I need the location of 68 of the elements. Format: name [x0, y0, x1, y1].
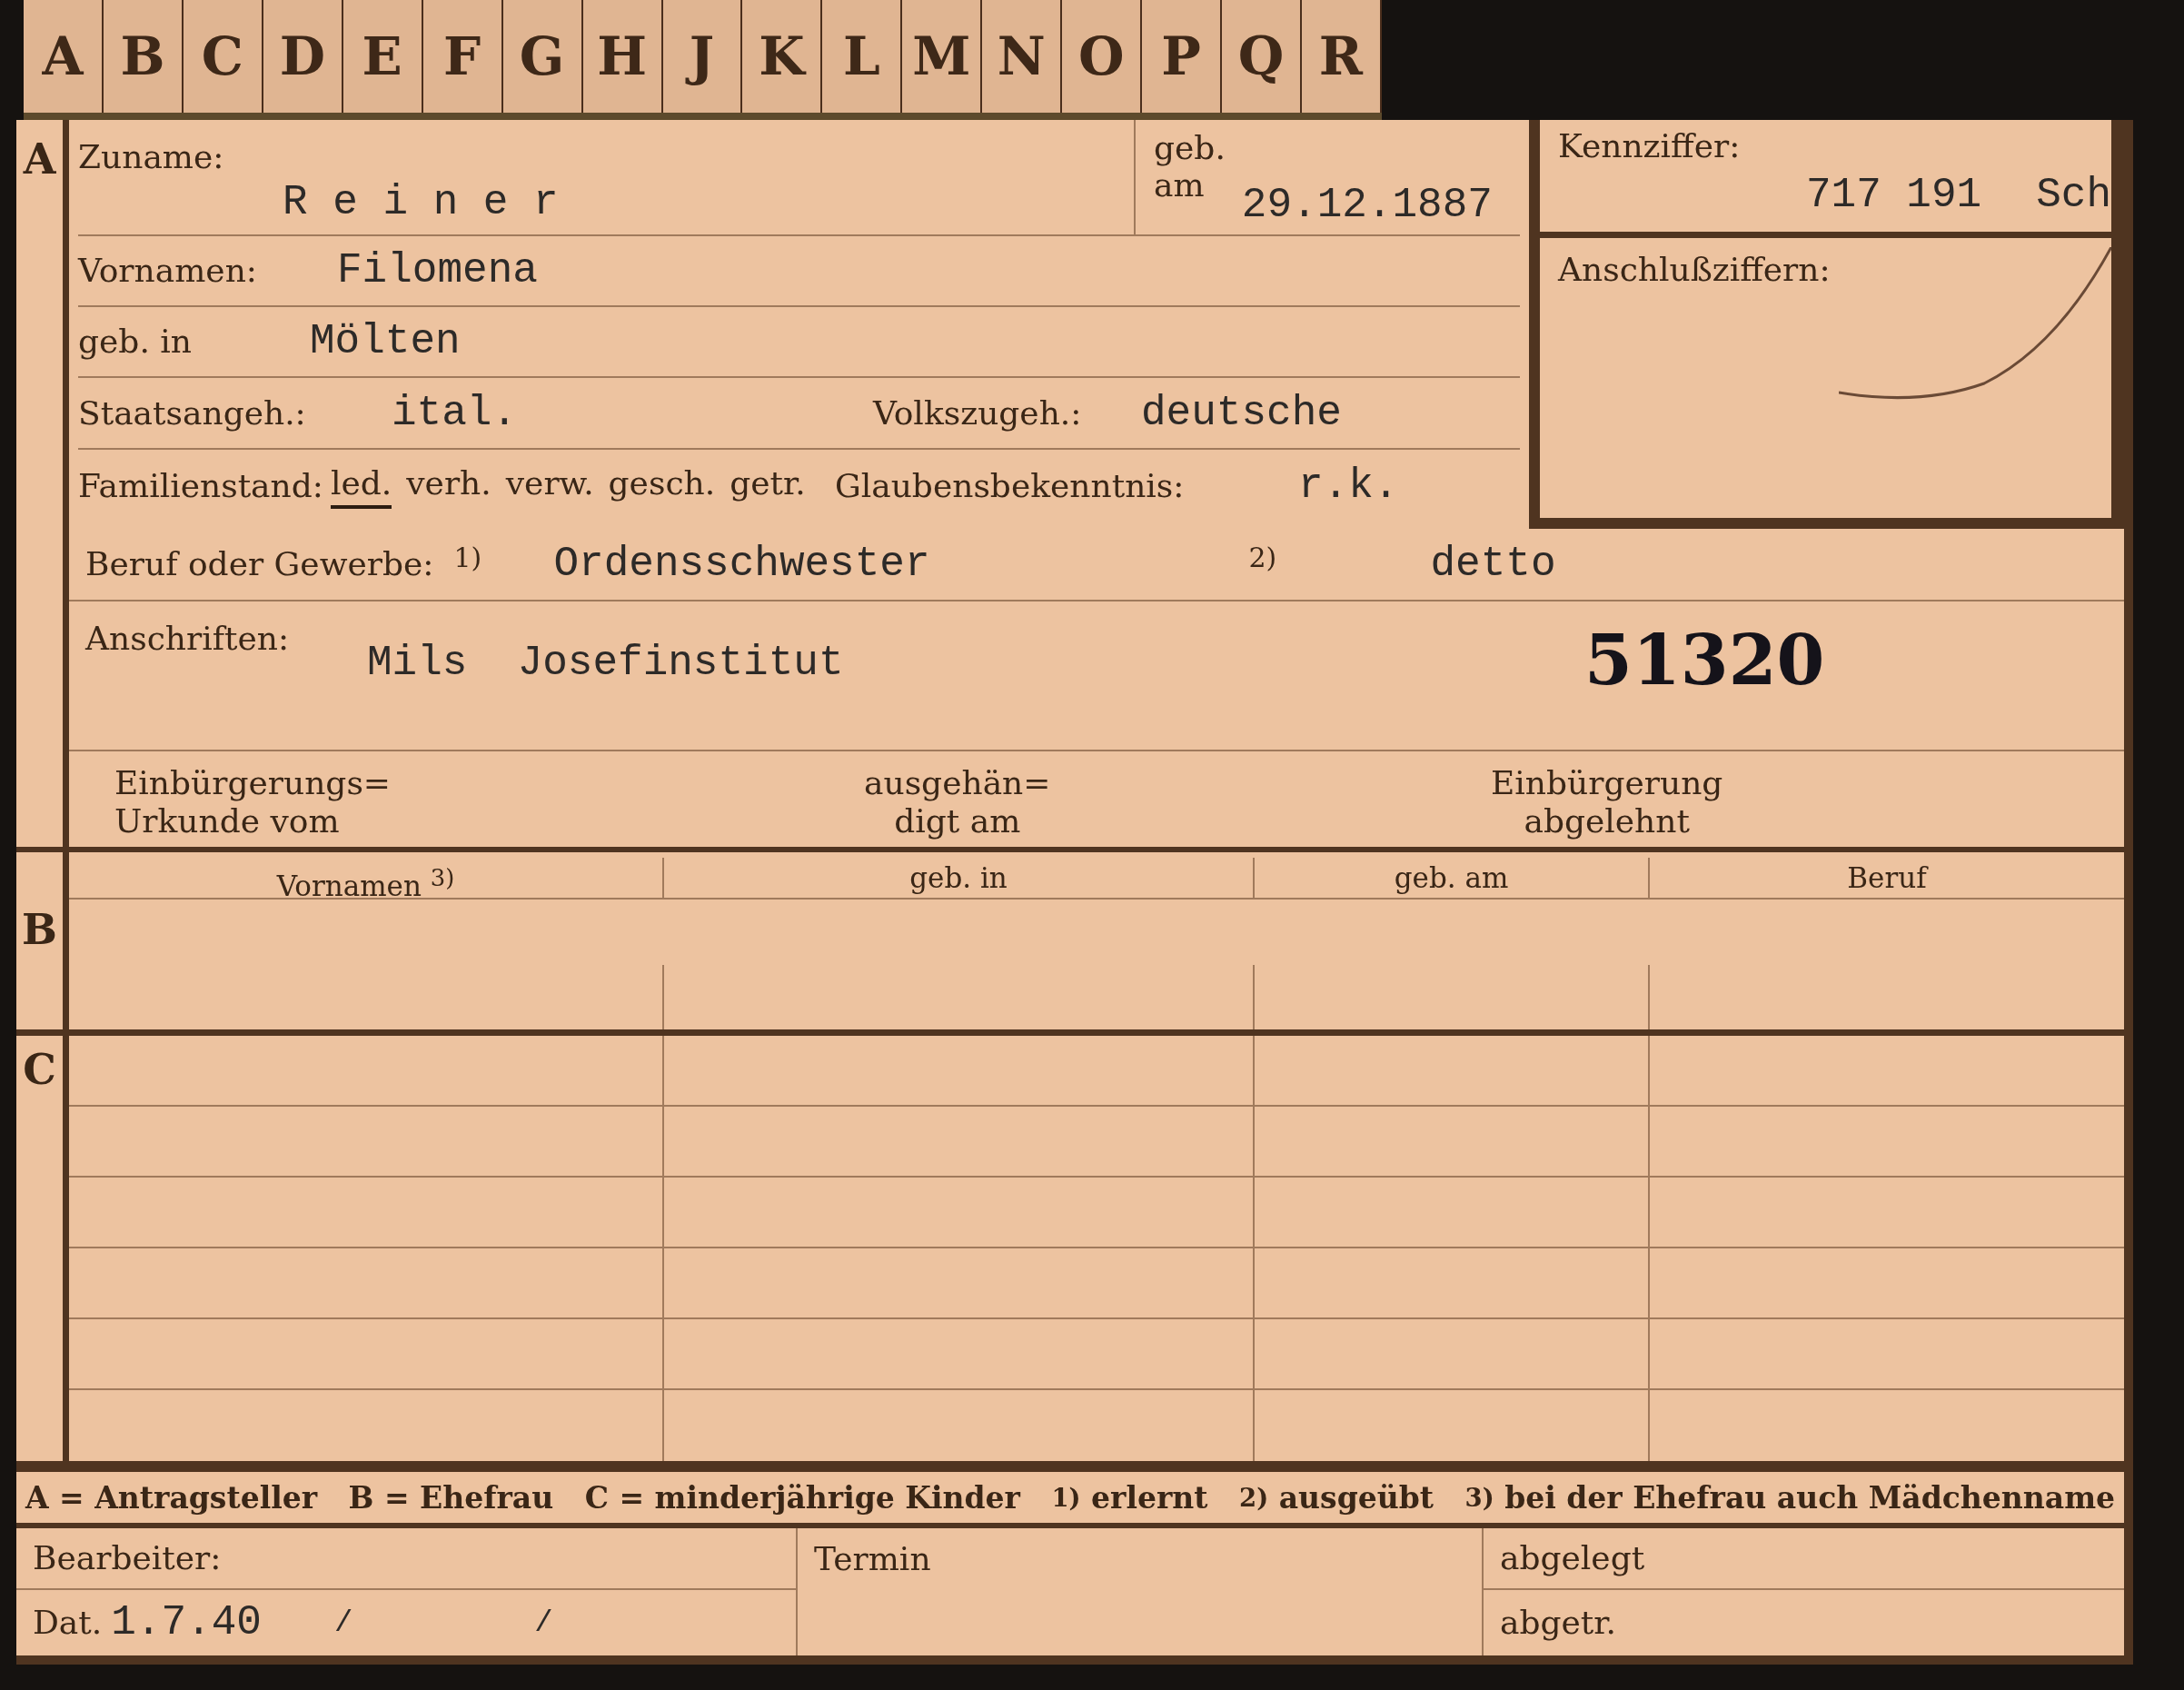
index-tab[interactable]: L [822, 0, 903, 113]
field-value: Mölten [310, 318, 461, 365]
field-value: R e i n e r [283, 179, 559, 227]
marital-status-option: led. [330, 463, 392, 509]
field-label: Bearbeiter: [33, 1539, 222, 1577]
index-tab[interactable]: F [422, 0, 503, 113]
field-label: ausgehän= digt am [864, 764, 1051, 840]
field-label: Termin [814, 1540, 931, 1578]
index-tab[interactable]: D [263, 0, 343, 113]
field-value: Sch [2036, 172, 2111, 220]
date-separator: / [534, 1606, 553, 1640]
field-label: Dat. [33, 1604, 103, 1642]
field-label: Staatsangeh.: [78, 393, 306, 432]
index-tab[interactable]: N [982, 0, 1063, 113]
field-value: ital. [392, 389, 518, 437]
field-value: deutsche [1141, 389, 1342, 437]
section-letter: C [23, 1049, 56, 1091]
field-label: Anschriften: [85, 620, 290, 658]
date-separator: / [333, 1606, 353, 1640]
index-tab[interactable]: K [742, 0, 823, 113]
index-tab[interactable]: O [1062, 0, 1143, 113]
field-value: 1.7.40 [111, 1599, 262, 1646]
field-label: abgelegt [1500, 1539, 1645, 1577]
marital-status-option: verw. [505, 463, 594, 509]
field-label: Glaubensbekenntnis: [834, 467, 1185, 505]
field-label: Beruf oder Gewerbe: [85, 545, 434, 583]
index-tab[interactable]: E [342, 0, 423, 113]
field-label: Zuname: [78, 138, 225, 176]
column-header: Beruf [1650, 858, 2124, 900]
section-letter: B [22, 909, 57, 951]
footnote-mark: 2) [1248, 542, 1278, 575]
index-tab[interactable]: A [24, 0, 104, 113]
column-header: Vornamen $^{3)}$ [69, 858, 664, 900]
field-label: Volkszugeh.: [873, 393, 1082, 432]
field-label: Familienstand: [78, 467, 323, 505]
index-tab[interactable]: M [902, 0, 983, 113]
footnote-mark: 1) [453, 542, 483, 575]
field-label: abgetr. [1500, 1604, 1617, 1642]
stamped-number: 51320 [1584, 620, 1825, 701]
marital-status-option: getr. [730, 463, 806, 509]
index-tab[interactable]: C [183, 0, 263, 113]
field-label: am [1154, 166, 1206, 204]
index-tab[interactable]: R [1302, 0, 1382, 113]
index-tab[interactable]: P [1142, 0, 1223, 113]
column-header: geb. in [664, 858, 1255, 900]
field-value: detto [1430, 541, 1556, 588]
marital-status-option: gesch. [608, 463, 716, 509]
section-letter: A [23, 138, 56, 180]
field-value: Mils Josefinstitut [367, 640, 844, 687]
index-tab[interactable]: H [582, 0, 663, 113]
field-label: Kennziffer: [1558, 127, 1742, 165]
field-label: geb. [1154, 129, 1226, 167]
field-value: 717 191 [1805, 172, 1982, 220]
index-tab[interactable]: B [103, 0, 184, 113]
field-label: Einbürgerungs= Urkunde vom [114, 764, 392, 840]
field-value: 29.12.1887 [1241, 182, 1493, 229]
marital-status-option: verh. [406, 463, 491, 509]
index-tab[interactable]: G [502, 0, 583, 113]
field-label: Einbürgerung abgelehnt [1491, 764, 1723, 840]
index-tab[interactable]: Q [1222, 0, 1302, 113]
field-value: r.k. [1297, 462, 1399, 510]
field-label: geb. in [78, 323, 192, 361]
field-value: Filomena [337, 247, 538, 294]
field-value: Ordensschwester [553, 541, 930, 588]
column-header: geb. am [1255, 858, 1650, 900]
index-tab[interactable]: J [662, 0, 743, 113]
field-label: Vornamen: [78, 252, 257, 290]
field-label: Anschlußziffern: [1556, 250, 1832, 289]
